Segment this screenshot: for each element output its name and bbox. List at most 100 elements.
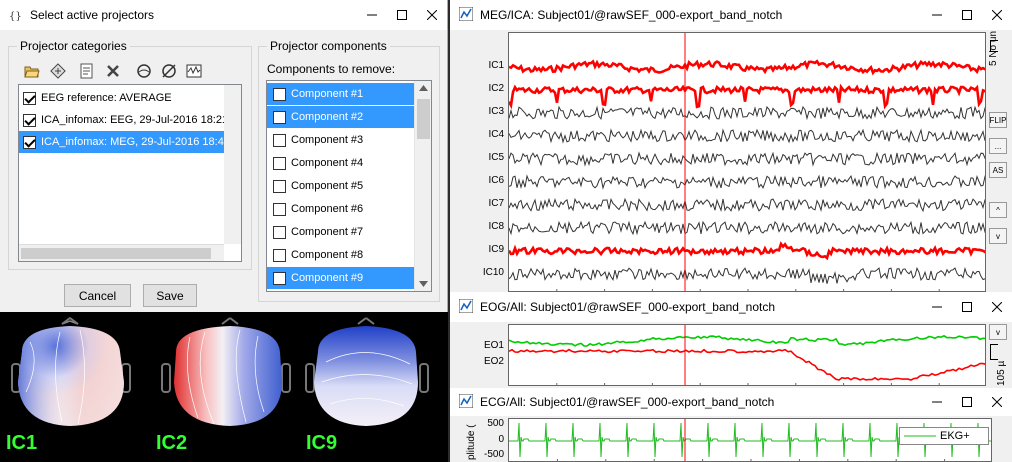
component-checkbox[interactable] xyxy=(273,156,286,170)
ecg-maximize-button[interactable] xyxy=(952,388,982,417)
ecg-close-button[interactable] xyxy=(982,388,1012,417)
ecg-plot[interactable]: EKG+ xyxy=(508,418,992,462)
close-button[interactable] xyxy=(417,0,447,30)
ecg-titlebar: ECG/All: Subject01/@rawSEF_000-export_ba… xyxy=(450,388,1012,416)
meg-plot[interactable] xyxy=(508,32,986,292)
folder-open-icon[interactable] xyxy=(23,62,41,80)
topo-ic2 xyxy=(161,317,291,426)
categories-scrollbar-h[interactable] xyxy=(19,244,224,261)
category-checkbox[interactable] xyxy=(23,113,36,127)
eog-minimize-button[interactable] xyxy=(922,292,952,322)
delete-icon[interactable] xyxy=(104,62,122,80)
category-item[interactable]: ICA_infomax: EEG, 29-Jul-2016 18:21:22 xyxy=(19,109,241,131)
scale-up-button[interactable]: ^ xyxy=(989,202,1007,218)
flip-button[interactable]: FLIP xyxy=(989,112,1007,128)
minimize-button[interactable] xyxy=(357,0,387,30)
eog-titlebar: EOG/All: Subject01/@rawSEF_000-export_ba… xyxy=(450,292,1012,322)
category-label: ICA_infomax: EEG, 29-Jul-2016 18:21:22 xyxy=(41,114,242,126)
ecg-minimize-button[interactable] xyxy=(922,388,952,417)
topo-ic1 xyxy=(11,317,131,426)
eog-close-button[interactable] xyxy=(982,292,1012,322)
topo-label-ic2: IC2 xyxy=(156,432,188,454)
component-checkbox[interactable] xyxy=(273,225,286,239)
ecg-tick-neg500: -500 xyxy=(483,449,504,460)
dialog-titlebar: {} Select active projectors xyxy=(0,0,447,30)
component-item[interactable]: Component #4 xyxy=(267,152,414,174)
more-button[interactable]: ... xyxy=(989,138,1007,154)
category-label: EEG reference: AVERAGE xyxy=(41,92,172,104)
no-topography-icon[interactable] xyxy=(160,62,178,80)
meg-titlebar: MEG/ICA: Subject01/@rawSEF_000-export_ba… xyxy=(450,0,1012,30)
figure-icon xyxy=(458,298,474,315)
topography-icon[interactable] xyxy=(135,62,153,80)
categories-list[interactable]: EEG reference: AVERAGE ICA_infomax: EEG, … xyxy=(18,84,242,262)
component-checkbox[interactable] xyxy=(273,133,286,147)
eog-plot[interactable] xyxy=(508,324,986,386)
component-label: Component #9 xyxy=(291,272,364,284)
meg-maximize-button[interactable] xyxy=(952,0,982,30)
meg-channel-label: IC3 xyxy=(488,106,504,117)
eog-scale-bar xyxy=(990,344,998,360)
timeseries-icon[interactable] xyxy=(185,62,203,80)
topo-label-ic1: IC1 xyxy=(6,432,38,454)
component-item[interactable]: Component #9 xyxy=(267,267,414,289)
cancel-button[interactable]: Cancel xyxy=(64,284,131,307)
category-checkbox[interactable] xyxy=(23,91,36,105)
component-checkbox[interactable] xyxy=(273,271,286,285)
autoscale-button[interactable]: AS xyxy=(989,162,1007,178)
dialog-title: Select active projectors xyxy=(30,8,155,22)
component-label: Component #3 xyxy=(291,134,364,146)
load-icon[interactable] xyxy=(49,62,67,80)
eog-label-eo1: EO1 xyxy=(483,340,504,351)
component-checkbox[interactable] xyxy=(273,179,286,193)
topography-panel: IC1 IC2 IC9 xyxy=(0,312,448,462)
components-scrollbar[interactable] xyxy=(414,81,431,291)
ecg-legend: EKG+ xyxy=(899,427,989,445)
component-checkbox[interactable] xyxy=(273,87,286,101)
eog-scale-label: 105 µ xyxy=(996,360,1007,386)
ecg-title: ECG/All: Subject01/@rawSEF_000-export_ba… xyxy=(480,395,775,409)
eog-traces xyxy=(509,325,985,385)
category-checkbox[interactable] xyxy=(23,135,36,149)
component-item[interactable]: Component #5 xyxy=(267,175,414,197)
category-item[interactable]: EEG reference: AVERAGE xyxy=(19,87,224,109)
component-item[interactable]: Component #8 xyxy=(267,244,414,266)
component-item[interactable]: Component #7 xyxy=(267,221,414,243)
component-checkbox[interactable] xyxy=(273,248,286,262)
component-item[interactable]: Component #1 xyxy=(267,83,414,105)
maximize-button[interactable] xyxy=(387,0,417,30)
component-item[interactable]: Component #6 xyxy=(267,198,414,220)
scale-down-button[interactable]: v xyxy=(989,228,1007,244)
svg-text:{}: {} xyxy=(9,11,22,22)
category-item[interactable]: ICA_infomax: MEG, 29-Jul-2016 18:41:17 xyxy=(19,131,241,153)
meg-channel-label: IC8 xyxy=(488,221,504,232)
component-item[interactable]: Component #3 xyxy=(267,129,414,151)
save-button[interactable]: Save xyxy=(143,284,197,307)
meg-channel-label: IC4 xyxy=(488,129,504,140)
meg-minimize-button[interactable] xyxy=(922,0,952,30)
eog-title: EOG/All: Subject01/@rawSEF_000-export_ba… xyxy=(480,300,776,314)
meg-window: MEG/ICA: Subject01/@rawSEF_000-export_ba… xyxy=(450,0,1012,292)
eog-window: EOG/All: Subject01/@rawSEF_000-export_ba… xyxy=(450,292,1012,388)
component-label: Component #7 xyxy=(291,226,364,238)
component-label: Component #1 xyxy=(291,88,364,100)
categories-scrollbar-v[interactable] xyxy=(224,85,241,244)
components-list[interactable]: Component #1 Component #2 Component #3 Comp… xyxy=(266,80,432,292)
ecg-tick-500: 500 xyxy=(487,418,504,429)
component-checkbox[interactable] xyxy=(273,202,286,216)
eog-label-eo2: EO2 xyxy=(483,356,504,367)
topo-label-ic9: IC9 xyxy=(306,432,338,454)
component-checkbox[interactable] xyxy=(273,110,286,124)
edit-icon[interactable] xyxy=(78,62,96,80)
meg-close-button[interactable] xyxy=(982,0,1012,30)
figure-icon xyxy=(458,6,474,23)
eog-maximize-button[interactable] xyxy=(952,292,982,322)
eog-scale-down-button[interactable]: v xyxy=(989,324,1007,340)
meg-channel-label: IC5 xyxy=(488,152,504,163)
meg-channel-label: IC9 xyxy=(488,244,504,255)
component-item[interactable]: Component #2 xyxy=(267,106,414,128)
component-label: Component #4 xyxy=(291,157,364,169)
topography-maps xyxy=(11,317,429,426)
component-label: Component #6 xyxy=(291,203,364,215)
meg-title: MEG/ICA: Subject01/@rawSEF_000-export_ba… xyxy=(480,8,783,22)
